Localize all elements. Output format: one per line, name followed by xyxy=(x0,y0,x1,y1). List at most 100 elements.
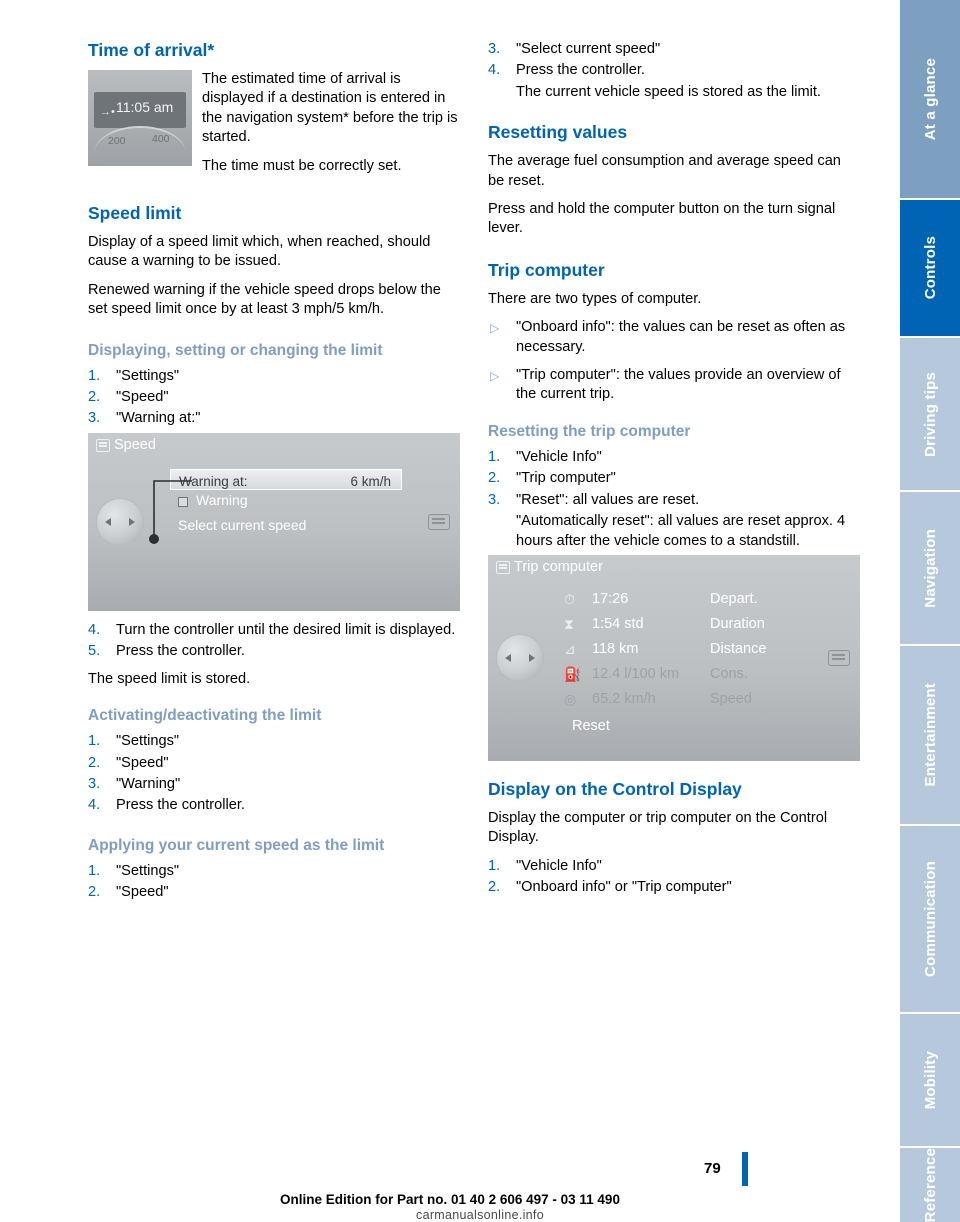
rail-tab-mobility[interactable]: Mobility xyxy=(900,1014,960,1146)
row-name: Duration xyxy=(710,615,765,632)
rail-tab-communication[interactable]: Communication xyxy=(900,826,960,1012)
rail-tab-entertainment[interactable]: Entertainment xyxy=(900,646,960,824)
table-row: ⊿ 118 km Distance xyxy=(564,637,854,662)
paragraph-speed-limit-1: Display of a speed limit which, when rea… xyxy=(88,234,431,270)
step-number: 4. xyxy=(88,797,101,814)
list-item: 4. Press the controller. The current vehic… xyxy=(488,61,860,102)
row-name: Cons. xyxy=(710,665,748,682)
heading-time-of-arrival: Time of arrival* xyxy=(88,40,215,60)
list-item: 2. "Trip computer" xyxy=(488,469,860,488)
figure-value-table: ⏱ 17:26 Depart. ⧗ 1:54 std Duration ⊿ 11… xyxy=(564,587,854,712)
rail-tab-label: Driving tips xyxy=(921,371,939,457)
row-value: 65.2 km/h xyxy=(592,690,656,707)
row-value: 118 km xyxy=(592,640,639,657)
heading-resetting-trip-computer: Resetting the trip computer xyxy=(488,422,691,440)
figure-title: Speed xyxy=(114,437,156,454)
steps-display-control: 1. "Vehicle Info" 2. "Onboard info" or "Tr… xyxy=(488,857,860,898)
list-item: 1. "Settings" xyxy=(88,862,460,881)
step-number: 3. xyxy=(88,410,101,427)
step-text: "Onboard info" or "Trip computer" xyxy=(516,879,732,896)
heading-applying: Applying your current speed as the limit xyxy=(88,836,385,854)
step-number: 1. xyxy=(488,857,501,874)
step-text: "Reset": all values are reset. xyxy=(516,491,700,508)
paragraph-resetting-values-2: Press and hold the computer button on th… xyxy=(488,201,836,237)
row-name: Speed xyxy=(710,690,752,707)
paragraph-speed-limit-stored: The speed limit is stored. xyxy=(88,670,251,687)
distance-icon: ⊿ xyxy=(564,640,576,657)
step-number: 2. xyxy=(488,470,501,487)
depart-icon: ⏱ xyxy=(564,590,575,607)
figure-selected-row: Warning at: 6 km/h xyxy=(170,468,402,490)
row-name: Distance xyxy=(710,640,767,657)
step-number: 3. xyxy=(88,775,101,792)
table-row: ⛽ 12.4 l/100 km Cons. xyxy=(564,662,854,687)
settings-icon xyxy=(96,438,110,452)
rail-tab-controls[interactable]: Controls xyxy=(900,200,960,336)
rail-tab-at-a-glance[interactable]: At a glance xyxy=(900,0,960,198)
figure-reset-label: Reset xyxy=(572,717,610,734)
page-marker-bar xyxy=(742,1152,748,1186)
table-row: ⧗ 1:54 std Duration xyxy=(564,612,854,637)
display-icon xyxy=(428,513,450,530)
step-text: "Trip computer" xyxy=(516,470,616,487)
step-note: "Automatically reset": all values are re… xyxy=(516,513,846,549)
controller-knob-icon xyxy=(496,633,544,682)
paragraph-speed-limit-2: Renewed warning if the vehicle speed dro… xyxy=(88,281,441,318)
step-text: "Speed" xyxy=(116,389,169,406)
figure-time-value: 11:05 am xyxy=(116,99,174,115)
step-number: 5. xyxy=(88,643,101,660)
list-item: ▷ "Onboard info": the values can be reset… xyxy=(488,318,860,357)
figure-speed-high: 400 xyxy=(152,133,170,145)
step-text: "Vehicle Info" xyxy=(516,857,602,874)
watermark: carmanualsonline.info xyxy=(416,1208,544,1222)
bullet-text: "Onboard info": the values can be reset … xyxy=(516,319,846,355)
list-item: 1. "Vehicle Info" xyxy=(488,857,860,876)
list-item: 3. "Warning" xyxy=(88,775,460,794)
steps-applying: 1. "Settings" 2. "Speed" xyxy=(88,862,460,903)
step-number: 3. xyxy=(488,491,501,508)
list-item: 3. "Select current speed" xyxy=(488,40,860,59)
rail-tab-label: At a glance xyxy=(921,57,939,141)
list-item: 2. "Onboard info" or "Trip computer" xyxy=(488,878,860,897)
figure-title: Trip computer xyxy=(514,559,603,576)
arrow-icon: →• xyxy=(100,106,115,118)
paragraph-resetting-values-1: The average fuel consumption and average… xyxy=(488,153,841,189)
rail-tab-label: Entertainment xyxy=(921,683,939,787)
row-value: 1:54 std xyxy=(592,615,644,632)
trip-computer-icon xyxy=(496,560,510,574)
step-number: 3. xyxy=(488,41,501,57)
step-number: 1. xyxy=(88,862,101,879)
triangle-bullet-icon: ▷ xyxy=(490,321,500,336)
figure-time-of-arrival: →• 11:05 am 200 400 xyxy=(88,70,192,166)
figure-bottom-label: Select current speed xyxy=(178,516,307,533)
list-item: 2. "Speed" xyxy=(88,754,460,773)
row-value: 17:26 xyxy=(592,590,629,607)
step-text: "Settings" xyxy=(116,862,180,879)
rail-tab-navigation[interactable]: Navigation xyxy=(900,492,960,644)
figure-row-value: 6 km/h xyxy=(350,473,391,489)
figure-titlebar: Speed xyxy=(88,433,460,459)
list-item: 1. "Settings" xyxy=(88,732,460,751)
right-column: 3. "Select current speed" 4. Press the con… xyxy=(488,40,860,900)
figure-speed-low: 200 xyxy=(108,135,126,147)
duration-icon: ⧗ xyxy=(564,615,574,632)
step-number: 2. xyxy=(88,389,101,406)
step-note: The current vehicle speed is stored as t… xyxy=(516,83,821,100)
figure-callout-line xyxy=(134,479,194,549)
step-number: 2. xyxy=(88,754,101,771)
document-page: Time of arrival* →• 11:05 am 200 400 The… xyxy=(0,0,960,1222)
step-text: Press the controller. xyxy=(116,797,245,814)
step-text: "Select current speed" xyxy=(516,41,661,57)
list-item: 2. "Speed" xyxy=(88,883,460,902)
paragraph-display-control-1: Display the computer or trip computer on… xyxy=(488,809,828,846)
step-text: "Warning at:" xyxy=(116,410,201,427)
rail-tab-driving-tips[interactable]: Driving tips xyxy=(900,338,960,490)
table-row: ◎ 65.2 km/h Speed xyxy=(564,687,854,712)
section-tab-rail: At a glance Controls Driving tips Naviga… xyxy=(900,0,960,1222)
rail-tab-label: Communication xyxy=(921,861,939,977)
heading-speed-limit: Speed limit xyxy=(88,203,182,224)
speed-icon: ◎ xyxy=(564,690,577,707)
step-number: 4. xyxy=(88,621,101,638)
step-text: "Speed" xyxy=(116,884,169,901)
heading-display-control-display: Display on the Control Display xyxy=(488,778,742,799)
